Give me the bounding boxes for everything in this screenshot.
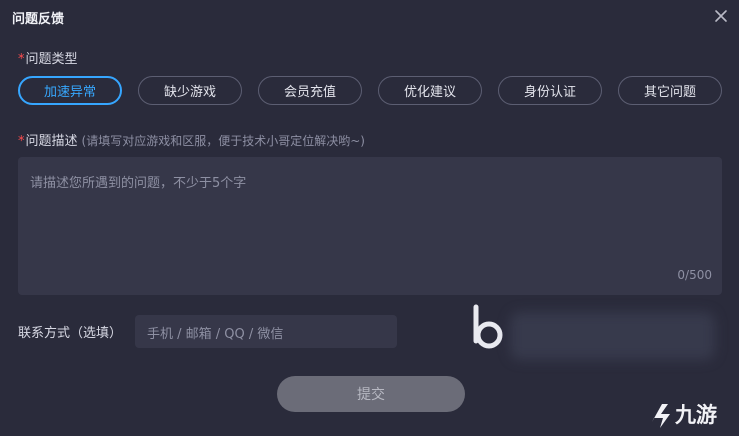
description-label-row: *问题描述 (请填写对应游戏和区服，便于技术小哥定位解决哟~) — [18, 130, 365, 149]
feedback-dialog: 问题反馈 *问题类型 加速异常 缺少游戏 会员充值 优化建议 身份认证 其它问题… — [0, 0, 739, 436]
site-logo: 九游 — [648, 398, 734, 430]
category-chip-speed-abnormal[interactable]: 加速异常 — [18, 76, 122, 105]
watermark-blur — [510, 312, 715, 360]
submit-button[interactable]: 提交 — [277, 376, 465, 412]
category-options: 加速异常 缺少游戏 会员充值 优化建议 身份认证 其它问题 — [18, 76, 728, 108]
category-chip-optimization[interactable]: 优化建议 — [378, 76, 482, 105]
site-logo-icon: 九游 — [652, 403, 717, 428]
character-counter: 0/500 — [677, 268, 712, 282]
site-logo-text: 九游 — [674, 403, 717, 427]
category-chip-missing-game[interactable]: 缺少游戏 — [138, 76, 242, 105]
description-label: 问题描述 — [25, 134, 78, 149]
required-mark: * — [18, 134, 25, 149]
contact-label: 联系方式（选填） — [18, 326, 123, 341]
description-hint: (请填写对应游戏和区服，便于技术小哥定位解决哟~) — [81, 134, 365, 148]
category-chip-other[interactable]: 其它问题 — [618, 76, 722, 105]
dialog-title: 问题反馈 — [12, 12, 65, 27]
contact-placeholder: 手机 / 邮箱 / QQ / 微信 — [147, 327, 284, 342]
category-label-row: *问题类型 — [18, 48, 78, 67]
description-placeholder: 请描述您所遇到的问题，不少于5个字 — [30, 176, 247, 191]
close-icon-graphic — [715, 10, 727, 22]
close-icon[interactable] — [711, 6, 731, 26]
category-chip-membership[interactable]: 会员充值 — [258, 76, 362, 105]
contact-input[interactable]: 手机 / 邮箱 / QQ / 微信 — [135, 315, 397, 348]
category-chip-identity[interactable]: 身份认证 — [498, 76, 602, 105]
watermark-logo-icon — [468, 303, 508, 353]
category-label: 问题类型 — [25, 52, 78, 67]
required-mark: * — [18, 52, 25, 67]
description-textarea[interactable]: 请描述您所遇到的问题，不少于5个字 0/500 — [18, 157, 722, 295]
